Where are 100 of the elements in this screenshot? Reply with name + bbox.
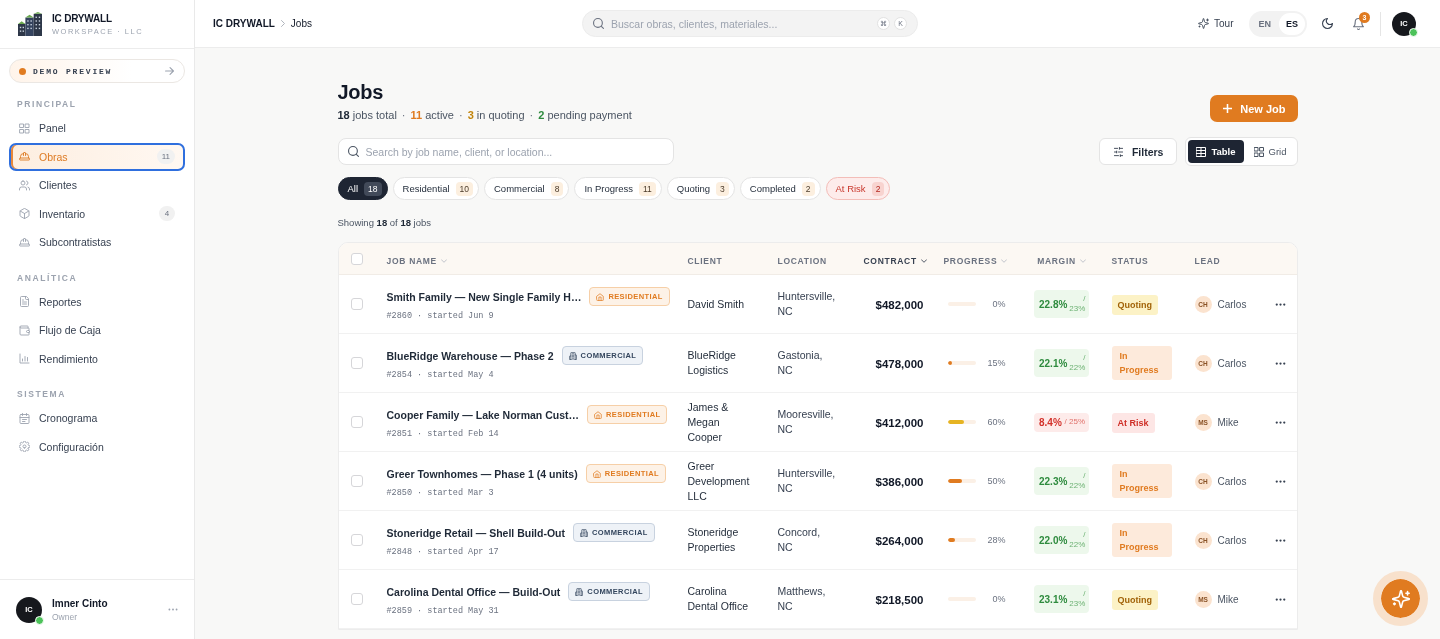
job-meta: #2851 · started Feb 14 <box>386 429 499 439</box>
job-name[interactable]: Carolina Dental Office — Build-Out <box>386 585 561 598</box>
filter-chip[interactable]: Commercial 8 <box>484 177 570 200</box>
settings-icon <box>19 441 30 453</box>
job-meta: #2859 · started May 31 <box>386 606 499 616</box>
row-checkbox[interactable] <box>350 416 363 428</box>
language-option[interactable]: ES <box>1279 12 1305 35</box>
job-name[interactable]: Stoneridge Retail — Shell Build-Out <box>386 526 565 539</box>
location-text: Huntersville, NC <box>777 289 836 319</box>
column-header[interactable]: JOB NAME <box>386 255 447 266</box>
job-name[interactable]: Smith Family — New Single Family H… <box>386 290 582 303</box>
section-label: PRINCIPAL <box>16 99 78 110</box>
filter-chip[interactable]: Residential 10 <box>392 177 479 200</box>
column-header: LOCATION <box>777 255 827 266</box>
nav-item[interactable]: Flujo de Caja <box>9 316 185 345</box>
job-meta: #2860 · started Jun 9 <box>386 311 494 321</box>
select-all-checkbox[interactable] <box>350 252 363 265</box>
grid-icon <box>19 122 30 134</box>
wallet-icon <box>19 324 30 336</box>
progress-percent: 60% <box>986 417 1006 427</box>
column-header[interactable]: MARGIN <box>1037 255 1086 266</box>
client-name: Carolina Dental Office <box>687 584 749 614</box>
job-meta: #2850 · started Mar 3 <box>386 488 494 498</box>
nav-item[interactable]: Subcontratistas <box>9 228 185 257</box>
filter-chip[interactable]: Quoting 3 <box>666 177 735 200</box>
assistant-button[interactable] <box>1373 571 1428 626</box>
row-checkbox[interactable] <box>350 357 363 369</box>
lead-name: Mike <box>1217 593 1239 605</box>
user-name: Imner Cinto <box>52 597 108 609</box>
building-icon <box>580 528 588 537</box>
section-label: SISTEMA <box>16 389 67 400</box>
count-badge: 11 <box>156 149 175 165</box>
notifications-button[interactable] <box>1353 17 1364 30</box>
chip-count: 10 <box>455 181 473 196</box>
language-option[interactable]: EN <box>1251 12 1278 35</box>
theme-toggle-button[interactable] <box>1322 18 1333 29</box>
chip-count: 2 <box>801 181 815 196</box>
job-name[interactable]: Cooper Family — Lake Norman Cust… <box>386 408 580 421</box>
nav-item[interactable]: Inventario 4 <box>9 199 185 228</box>
chip-count: 3 <box>716 181 729 196</box>
row-checkbox[interactable] <box>350 298 363 310</box>
nav-item[interactable]: Cronograma <box>9 404 185 433</box>
status-badge: At Risk <box>1111 412 1155 433</box>
nav-item[interactable]: Rendimiento <box>9 344 185 373</box>
margin-value: 22.3% <box>1039 475 1068 487</box>
chip-count: 11 <box>639 181 656 196</box>
location-text: Concord, NC <box>777 525 822 555</box>
row-checkbox[interactable] <box>350 475 363 487</box>
filters-button[interactable]: Filters <box>1098 138 1178 165</box>
search-icon <box>347 146 359 157</box>
location-text: Mooresville, NC <box>777 407 835 437</box>
table-icon <box>1196 146 1207 157</box>
sparkles-icon <box>1198 18 1209 29</box>
nav-item[interactable]: Configuración <box>9 432 185 461</box>
row-checkbox[interactable] <box>350 534 363 546</box>
count-badge: 4 <box>159 206 175 222</box>
filter-chip[interactable]: All 18 <box>337 177 388 200</box>
status-badge: Quoting <box>1111 589 1158 610</box>
breadcrumb-link[interactable]: IC DRYWALL <box>213 18 275 29</box>
row-checkbox[interactable] <box>350 593 363 605</box>
location-text: Huntersville, NC <box>777 466 836 496</box>
nav-item[interactable]: Clientes <box>9 171 185 200</box>
nav-item[interactable]: Panel <box>9 114 185 143</box>
demo-preview-button[interactable]: DEMO PREVIEW <box>9 59 185 83</box>
client-name: James & Megan Cooper <box>687 399 730 445</box>
margin-value: 22.1% <box>1039 357 1068 369</box>
column-header[interactable]: CONTRACT <box>863 255 927 266</box>
view-option[interactable]: Table <box>1188 140 1244 163</box>
chip-count: 18 <box>364 181 382 196</box>
job-name[interactable]: Greer Townhomes — Phase 1 (4 units) <box>386 467 578 480</box>
nav-item[interactable]: Reportes <box>9 287 185 316</box>
house-icon <box>594 410 603 419</box>
user-role: Owner <box>52 611 78 622</box>
filter-chip[interactable]: Completed 2 <box>739 177 821 200</box>
contract-amount: $386,000 <box>875 476 924 488</box>
job-search-field[interactable]: Search by job name, client, or location... <box>337 138 674 165</box>
filter-chip[interactable]: In Progress 11 <box>574 177 662 200</box>
column-header[interactable]: PROGRESS <box>943 255 1008 266</box>
ellipsis-icon <box>1274 538 1286 542</box>
progress-percent: 28% <box>986 535 1006 545</box>
breadcrumb-current: Jobs <box>290 18 312 29</box>
tour-button[interactable]: Tour <box>1198 18 1234 29</box>
calendar-icon <box>19 412 30 424</box>
building-icon <box>575 587 584 596</box>
view-option[interactable]: Grid <box>1245 140 1295 163</box>
hard-hat-icon <box>19 236 30 248</box>
nav-item[interactable]: Obras 11 <box>9 142 185 171</box>
stat-label: pending payment <box>547 109 632 121</box>
ellipsis-icon <box>1274 302 1286 306</box>
filter-chip[interactable]: At Risk 2 <box>825 177 891 200</box>
location-text: Gastonia, NC <box>777 348 824 378</box>
client-name: Stoneridge Properties <box>687 525 740 555</box>
sparkles-icon <box>1391 589 1410 608</box>
contract-amount: $412,000 <box>875 417 924 429</box>
section-label: ANALÍTICA <box>16 272 79 284</box>
job-name[interactable]: BlueRidge Warehouse — Phase 2 <box>386 349 554 362</box>
status-dot-icon <box>19 67 26 75</box>
stat-count: 2 <box>538 109 545 121</box>
hard-hat-icon <box>19 151 30 163</box>
stat-count: 18 <box>337 109 350 121</box>
